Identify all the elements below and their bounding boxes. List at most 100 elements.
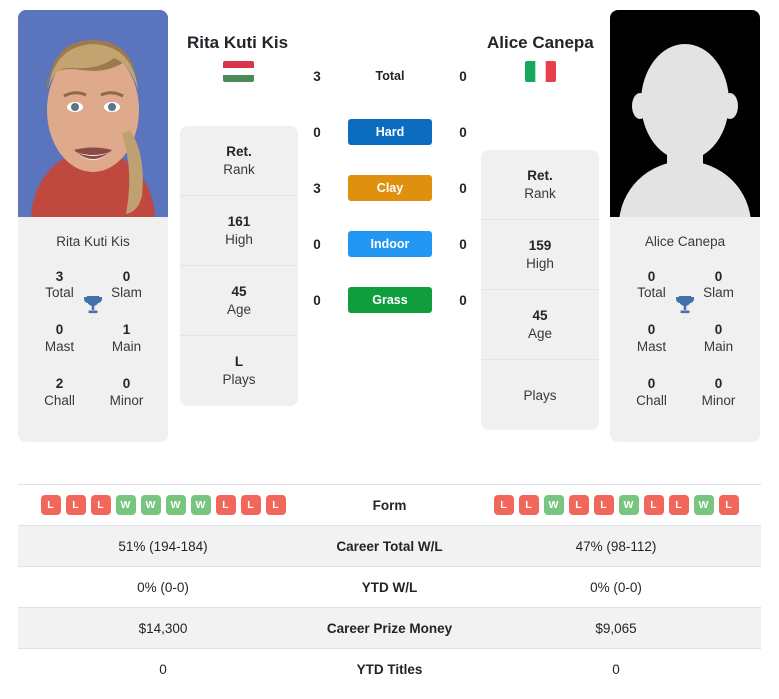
form-badge-loss[interactable]: L [643, 495, 664, 515]
surface-right-count: 0 [459, 236, 467, 252]
title-stat-label: Mast [636, 339, 667, 355]
surface-left-count: 3 [313, 180, 321, 196]
form-badge-loss[interactable]: L [90, 495, 111, 515]
title-stat-value: 0 [714, 268, 723, 284]
surface-row-clay: 3 Clay 0 [300, 174, 480, 202]
row-value-left: $14,300 [138, 620, 188, 636]
form-badge-loss[interactable]: L [493, 495, 514, 515]
surface-label-hard[interactable]: Hard [348, 119, 432, 145]
form-badge-loss[interactable]: L [215, 495, 236, 515]
rank-row-age: 45 Age [180, 266, 298, 336]
title-stat-label: Chall [44, 392, 75, 408]
form-badge-loss[interactable]: L [65, 495, 86, 515]
form-badge-win[interactable]: W [165, 495, 186, 515]
rank-row-rank: Ret. Rank [481, 150, 599, 220]
surface-left-count: 0 [313, 236, 321, 252]
form-badge-loss[interactable]: L [40, 495, 61, 515]
rank-row-value: 161 [227, 213, 251, 229]
table-row-form: LLLWWWWLLL Form LLWLLWLLWL [18, 484, 761, 526]
rank-row-plays: L Plays [180, 336, 298, 406]
rank-row-label: Plays [222, 372, 256, 387]
rank-card-right: Ret. Rank 159 High 45 Age Plays [481, 150, 599, 430]
title-stat-value: 0 [714, 376, 723, 391]
form-badge-loss[interactable]: L [568, 495, 589, 515]
rank-row-value: Ret. [527, 167, 553, 183]
title-stat-label: Main [703, 339, 734, 355]
title-stat: 0 Chall [618, 370, 685, 424]
row-value-right: 47% (98-112) [575, 538, 657, 554]
rank-row-label: High [526, 255, 554, 271]
surface-titles-comparison: 3 Total 0 0 Hard 0 3 Clay 0 0 Indoor 0 0 [300, 62, 480, 314]
rank-row-age: 45 Age [481, 290, 599, 360]
form-badge-loss[interactable]: L [593, 495, 614, 515]
surface-label-indoor[interactable]: Indoor [348, 231, 432, 257]
rank-row-label: Age [226, 301, 252, 317]
title-stat-label: Mast [44, 339, 75, 355]
form-badge-loss[interactable]: L [240, 495, 261, 515]
surface-left-count: 0 [313, 292, 321, 308]
comparison-top-area: Rita Kuti Kis 3 Total 0 Slam 0 Mast 1 Ma… [0, 0, 779, 481]
rank-row-label: Rank [524, 185, 556, 201]
player-card-left[interactable]: Rita Kuti Kis 3 Total 0 Slam 0 Mast 1 Ma… [18, 10, 168, 442]
title-stat: 1 Main [93, 316, 160, 370]
title-stat-value: 1 [122, 322, 131, 338]
form-badge-loss[interactable]: L [718, 495, 739, 515]
form-badge-win[interactable]: W [618, 495, 639, 515]
title-stat-value: 0 [647, 322, 656, 338]
rank-row-label: High [225, 231, 253, 247]
row-label: Career Prize Money [326, 620, 453, 636]
title-stat-value: 0 [647, 268, 656, 284]
title-stat-label: Main [111, 339, 142, 355]
rank-row-high: 161 High [180, 196, 298, 266]
form-badge-loss[interactable]: L [668, 495, 689, 515]
row-label: YTD Titles [356, 661, 423, 677]
rank-row-value: 159 [528, 237, 552, 253]
title-stat-value: 2 [55, 376, 64, 391]
title-stat-value: 3 [55, 268, 64, 284]
surface-label-total: Total [375, 69, 405, 83]
player-card-right[interactable]: Alice Canepa 0 Total 0 Slam 0 Mast 0 Mai… [610, 10, 760, 442]
player-name-left[interactable]: Rita Kuti Kis [187, 33, 288, 53]
form-badge-win[interactable]: W [140, 495, 161, 515]
player-titles-right: 0 Total 0 Slam 0 Mast 0 Main 0 Chall 0 M… [610, 263, 760, 442]
player-name-right[interactable]: Alice Canepa [487, 33, 594, 53]
title-stat-value: 0 [122, 268, 131, 284]
form-badge-loss[interactable]: L [265, 495, 286, 515]
surface-row-grass: 0 Grass 0 [300, 286, 480, 314]
rank-row-label: Plays [523, 387, 557, 403]
form-badge-win[interactable]: W [190, 495, 211, 515]
rank-row-label: Age [527, 325, 553, 341]
form-badge-win[interactable]: W [693, 495, 714, 515]
surface-right-count: 0 [459, 292, 467, 308]
surface-label-grass[interactable]: Grass [348, 287, 432, 313]
form-badge-win[interactable]: W [543, 495, 564, 515]
player-card-name-right: Alice Canepa [644, 234, 726, 249]
title-stat: 0 Minor [685, 370, 752, 424]
form-badge-win[interactable]: W [115, 495, 136, 515]
table-row-career-prize-money: $14,300 Career Prize Money $9,065 [18, 607, 761, 649]
row-value-right: 0 [612, 661, 620, 677]
row-value-left: 51% (194-184) [118, 538, 208, 554]
surface-label-clay[interactable]: Clay [348, 175, 432, 201]
hungary-flag-icon [223, 61, 254, 82]
rank-row-label: Rank [223, 161, 255, 177]
trophy-icon [673, 293, 697, 317]
title-stat: 0 Minor [93, 370, 160, 424]
table-row-ytd-wl: 0% (0-0) YTD W/L 0% (0-0) [18, 566, 761, 608]
row-label: YTD W/L [361, 579, 418, 595]
title-stat: 0 Main [685, 316, 752, 370]
rank-row-value: L [234, 354, 244, 370]
title-stat-value: 0 [122, 376, 131, 391]
rank-row-value: 45 [231, 283, 247, 299]
rank-row-value: Ret. [226, 143, 252, 159]
italy-flag-icon [525, 61, 556, 82]
surface-row-hard: 0 Hard 0 [300, 118, 480, 146]
title-stat-value: 0 [647, 376, 656, 391]
form-badge-loss[interactable]: L [518, 495, 539, 515]
rank-row-plays: Plays [481, 360, 599, 430]
surface-right-count: 0 [459, 68, 467, 84]
surface-left-count: 0 [313, 124, 321, 140]
form-cell-right: LLWLLWLLWL [471, 485, 761, 526]
surface-row-indoor: 0 Indoor 0 [300, 230, 480, 258]
surface-left-count: 3 [313, 68, 321, 84]
